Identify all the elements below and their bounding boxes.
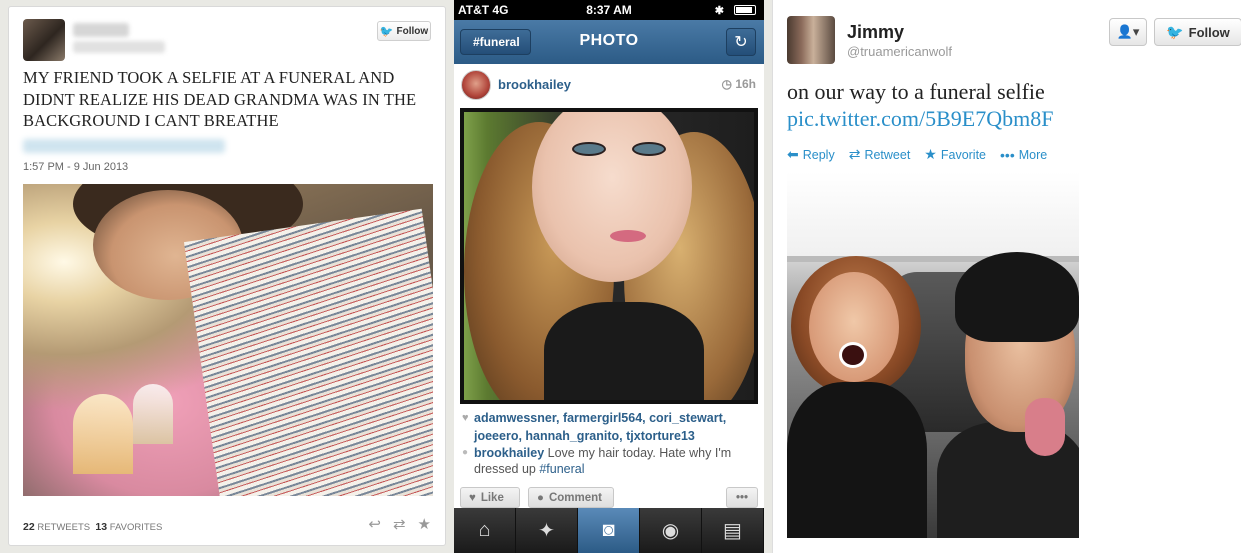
favorite-star-icon: ★ <box>924 146 937 162</box>
battery-icon <box>734 5 756 15</box>
photo-subject-shirt <box>183 208 433 496</box>
home-icon[interactable]: ⌂ <box>454 508 516 553</box>
follow-label: Follow <box>1188 24 1230 40</box>
tweet-stats: 22 RETWEETS 13 FAVORITES <box>23 521 162 533</box>
user-icon: 👤 <box>1116 24 1133 39</box>
post-username[interactable]: brookhailey <box>498 77 571 92</box>
tab-bar: ⌂ ✦ ◙ ◉ ▤ <box>454 508 764 553</box>
photo-subject-mouth <box>839 342 867 368</box>
nav-bar: #funeral PHOTO ↻ <box>454 20 764 64</box>
retweet-icon: ⇄ <box>848 146 861 162</box>
car-window <box>787 172 1079 262</box>
status-bar: AT&T 4G 8:37 AM ✱ <box>454 0 764 20</box>
twitter-bird-icon: 🐦 <box>1166 23 1184 40</box>
user-menu-button[interactable]: 👤 ▾ <box>1109 18 1147 46</box>
comment-label: Comment <box>548 491 602 504</box>
caption-username[interactable]: brookhailey <box>474 446 544 460</box>
follow-button[interactable]: 🐦 Follow <box>1154 18 1241 46</box>
retweet-button[interactable]: ⇄ Retweet <box>849 146 911 163</box>
photo-subject-body <box>787 382 927 538</box>
twitter-bird-icon: 🐦 <box>379 25 394 38</box>
photo-subject-tongue <box>1025 398 1065 456</box>
instagram-phone-screen: AT&T 4G 8:37 AM ✱ #funeral PHOTO ↻ brook… <box>454 0 764 553</box>
tweet-text: MY FRIEND TOOK A SELFIE AT A FUNERAL AND… <box>23 68 417 130</box>
heart-icon: ♥ <box>469 491 476 504</box>
user-display-name[interactable]: Jimmy <box>847 22 904 43</box>
photo-subject-hair <box>955 252 1079 342</box>
favorite-button[interactable]: ★ Favorite <box>924 146 986 163</box>
nav-title: PHOTO <box>579 32 639 49</box>
follow-label: Follow <box>396 25 429 37</box>
tweet-card-left: 🐦 Follow MY FRIEND TOOK A SELFIE AT A FU… <box>8 6 446 546</box>
post-action-row: ♥ Like ● Comment ••• <box>460 487 758 509</box>
follow-button[interactable]: 🐦 Follow <box>377 21 431 41</box>
like-label: Like <box>480 491 504 504</box>
favorite-count[interactable]: 13 <box>95 521 107 533</box>
avatar[interactable] <box>787 16 835 64</box>
post-photo[interactable] <box>460 108 758 404</box>
news-icon[interactable]: ◉ <box>640 508 702 553</box>
likes-list[interactable]: adamwessner, farmergirl564, cori_stewart… <box>462 409 758 445</box>
tweet-actions: ↩ ⇄ ★ <box>368 515 431 533</box>
blurred-username <box>73 23 129 37</box>
retweet-label: RETWEETS <box>37 522 91 533</box>
tweet-actions: ⬅ Reply ⇄ Retweet ★ Favorite ••• More <box>787 146 1047 163</box>
user-handle[interactable]: @truamericanwolf <box>847 44 952 59</box>
more-icon: ••• <box>1000 146 1015 163</box>
post-age: ◷ 16h <box>721 77 757 91</box>
comment-icon: ● <box>537 491 544 504</box>
avatar[interactable] <box>23 19 65 61</box>
tweet-timestamp[interactable]: 1:57 PM - 9 Jun 2013 <box>23 161 128 173</box>
stained-glass-window <box>133 384 173 444</box>
reply-button[interactable]: ⬅ Reply <box>787 146 835 163</box>
blurred-link <box>23 139 225 153</box>
favorite-star-icon[interactable]: ★ <box>418 515 431 533</box>
like-button[interactable]: ♥ Like <box>460 487 520 508</box>
explore-icon[interactable]: ✦ <box>516 508 578 553</box>
reply-icon: ⬅ <box>787 146 799 162</box>
tweet-photo[interactable] <box>23 184 433 496</box>
caption-hashtag[interactable]: #funeral <box>539 462 584 476</box>
avatar[interactable] <box>461 70 491 100</box>
post-caption: brookhailey Love my hair today. Hate why… <box>462 445 758 477</box>
tweet-card-right: Jimmy @truamericanwolf 👤 ▾ 🐦 Follow on ou… <box>772 0 1241 553</box>
refresh-icon[interactable]: ↻ <box>726 28 756 56</box>
camera-icon[interactable]: ◙ <box>578 508 640 553</box>
photo-subject-top <box>544 302 704 400</box>
stained-glass-window <box>73 394 133 474</box>
photo-subject-lips <box>610 230 646 242</box>
tweet-photo[interactable] <box>787 172 1079 538</box>
retweet-count[interactable]: 22 <box>23 521 35 533</box>
profile-icon[interactable]: ▤ <box>702 508 764 553</box>
favorite-label: FAVORITES <box>109 522 163 533</box>
more-button[interactable]: ••• More <box>1000 146 1047 163</box>
photo-subject-eye <box>572 142 606 156</box>
post-header: brookhailey ◷ 16h <box>454 64 764 106</box>
retweet-icon[interactable]: ⇄ <box>393 515 406 533</box>
tweet-text: on our way to a funeral selfie <box>787 79 1045 104</box>
blurred-handle <box>73 41 165 53</box>
tweet-link[interactable]: pic.twitter.com/5B9E7Qbm8F <box>787 106 1053 132</box>
comment-button[interactable]: ● Comment <box>528 487 614 508</box>
photo-subject-eye <box>632 142 666 156</box>
more-button[interactable]: ••• <box>726 487 758 508</box>
collage-frame: 🐦 Follow MY FRIEND TOOK A SELFIE AT A FU… <box>0 0 1241 553</box>
bluetooth-icon: ✱ <box>714 4 724 17</box>
reply-icon[interactable]: ↩ <box>368 515 381 533</box>
